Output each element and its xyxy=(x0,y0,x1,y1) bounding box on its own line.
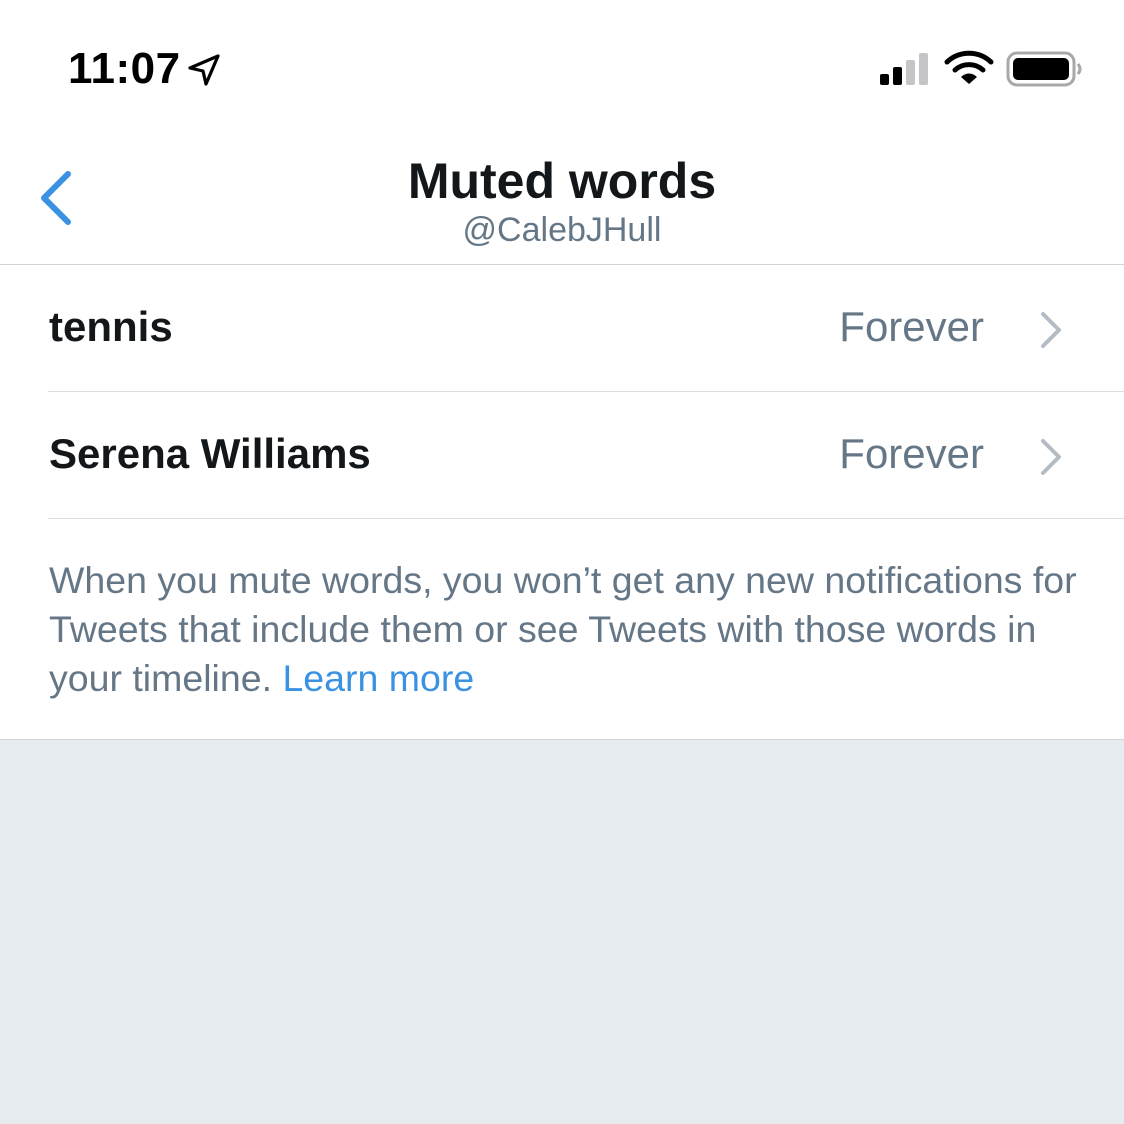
muted-word-row[interactable]: tennis Forever xyxy=(0,265,1124,391)
account-handle: @CalebJHull xyxy=(462,211,662,249)
row-divider xyxy=(48,518,1124,519)
chevron-right-icon xyxy=(1041,439,1061,475)
mute-duration-label: Forever xyxy=(839,303,984,350)
location-arrow-icon xyxy=(188,54,220,86)
muted-word-row[interactable]: Serena Williams Forever xyxy=(0,392,1124,518)
muted-word-label: Serena Williams xyxy=(49,430,371,477)
info-text: When you mute words, you won’t get any n… xyxy=(49,559,1077,699)
cellular-signal-icon xyxy=(880,53,928,85)
status-time: 11:07 xyxy=(68,44,181,93)
page-title: Muted words xyxy=(407,153,717,209)
muted-words-screen: 11:07 Muted words @CalebJHull tennis For… xyxy=(0,0,1124,1124)
mute-duration-label: Forever xyxy=(839,430,984,477)
learn-more-link[interactable]: Learn more xyxy=(282,657,474,699)
chevron-right-icon xyxy=(1041,312,1061,348)
content-panel: 11:07 Muted words @CalebJHull tennis For… xyxy=(0,0,1124,740)
wifi-icon xyxy=(944,50,994,84)
battery-icon xyxy=(1006,51,1082,87)
muted-word-label: tennis xyxy=(49,303,173,350)
muted-words-info: When you mute words, you won’t get any n… xyxy=(49,556,1089,703)
